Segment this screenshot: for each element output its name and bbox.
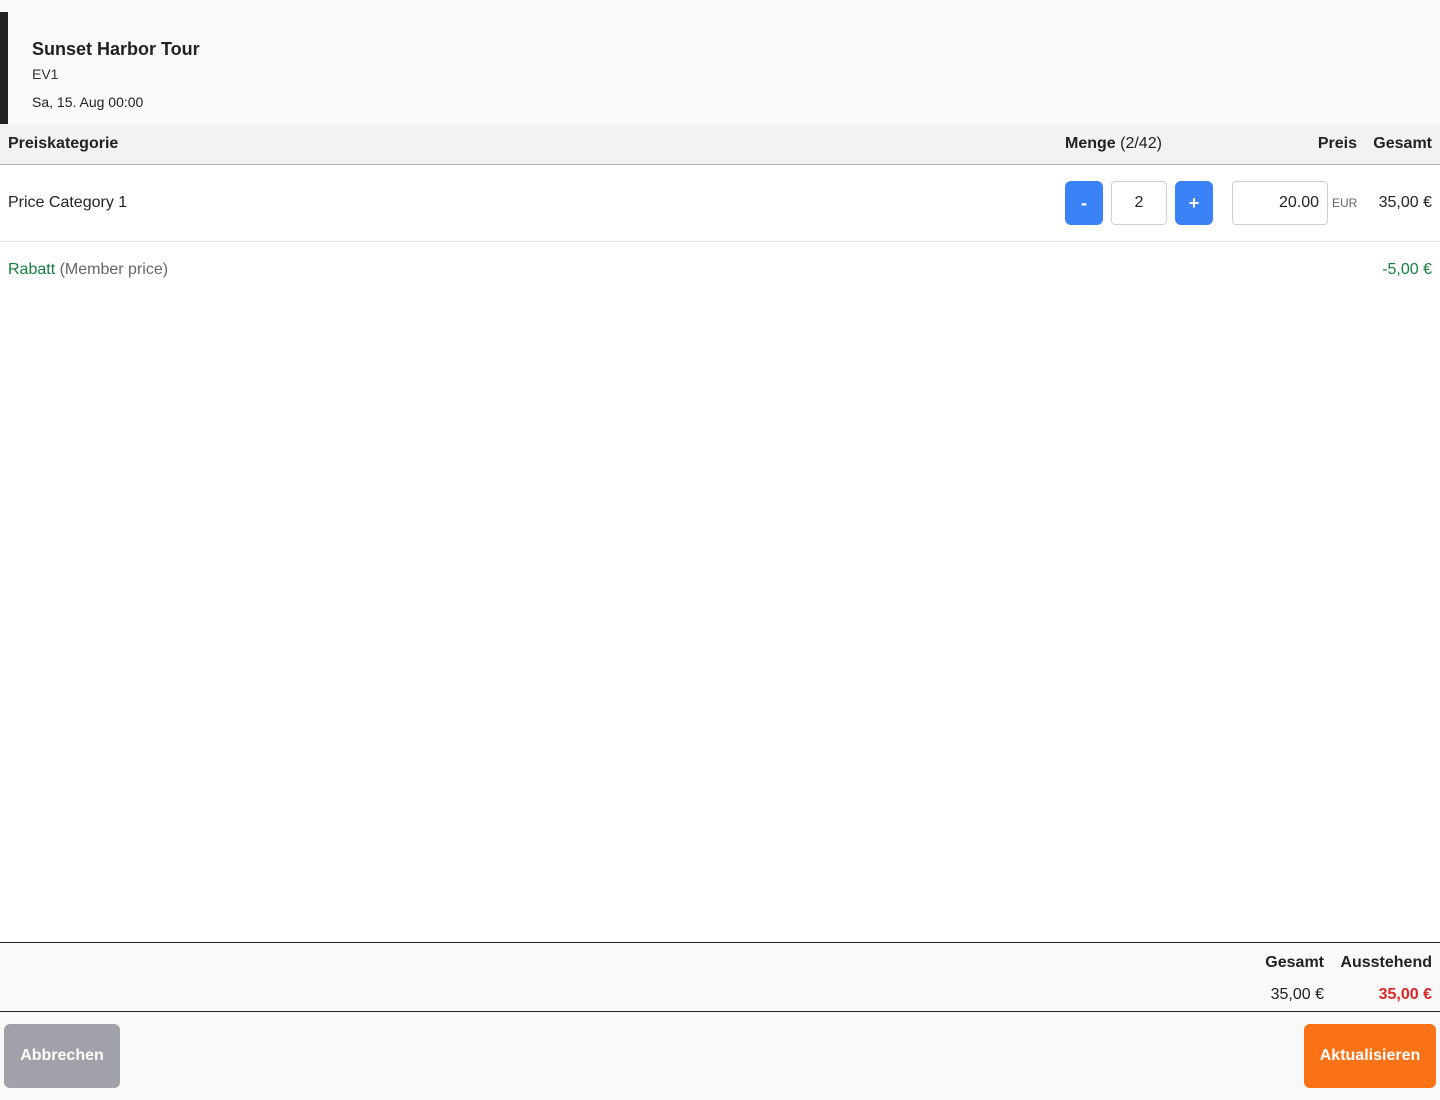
summary-total-label: Gesamt xyxy=(1265,954,1324,971)
increment-button[interactable]: + xyxy=(1175,181,1213,225)
quantity-input[interactable] xyxy=(1111,181,1167,225)
header-quantity-label: Menge xyxy=(1065,135,1116,152)
discount-row: Rabatt (Member price) -5,00 € xyxy=(0,242,1440,296)
event-date: Sa, 15. Aug 00:00 xyxy=(32,94,144,110)
header-total: Gesamt xyxy=(1373,135,1432,152)
summary-outstanding-value: 35,00 € xyxy=(1378,986,1432,1003)
discount-value: -5,00 € xyxy=(1382,261,1432,278)
discount-note: (Member price) xyxy=(59,261,169,278)
footer-bar: Abbrechen Aktualisieren xyxy=(0,1012,1440,1100)
discount-label: Rabatt xyxy=(8,261,56,278)
event-header: Sunset Harbor Tour EV1 Sa, 15. Aug 00:00 xyxy=(0,0,1440,124)
decrement-button[interactable]: - xyxy=(1065,181,1103,225)
table-row: Price Category 1 - + EUR 35,00 € xyxy=(0,165,1440,242)
currency-label: EUR xyxy=(1332,196,1358,210)
cancel-button[interactable]: Abbrechen xyxy=(4,1024,120,1088)
header-quantity: Menge (2/42) xyxy=(1065,135,1162,153)
update-button[interactable]: Aktualisieren xyxy=(1304,1024,1436,1088)
event-title: Sunset Harbor Tour xyxy=(32,39,200,59)
event-accent-bar xyxy=(0,12,8,124)
summary-bar: Gesamt Ausstehend 35,00 € 35,00 € xyxy=(0,942,1440,1012)
summary-outstanding-label: Ausstehend xyxy=(1340,954,1432,971)
event-code: EV1 xyxy=(32,66,59,82)
summary-total-value: 35,00 € xyxy=(1270,986,1324,1003)
discount-label-group: Rabatt (Member price) xyxy=(8,261,168,279)
row-total: 35,00 € xyxy=(1378,194,1432,211)
price-input[interactable] xyxy=(1232,181,1328,225)
table-header: Preiskategorie Menge (2/42) Preis Gesamt xyxy=(0,124,1440,165)
row-category: Price Category 1 xyxy=(8,194,128,211)
booking-editor: Sunset Harbor Tour EV1 Sa, 15. Aug 00:00… xyxy=(0,0,1440,1100)
header-category: Preiskategorie xyxy=(8,135,119,152)
header-price: Preis xyxy=(1317,135,1357,152)
header-quantity-info: (2/42) xyxy=(1120,135,1162,152)
